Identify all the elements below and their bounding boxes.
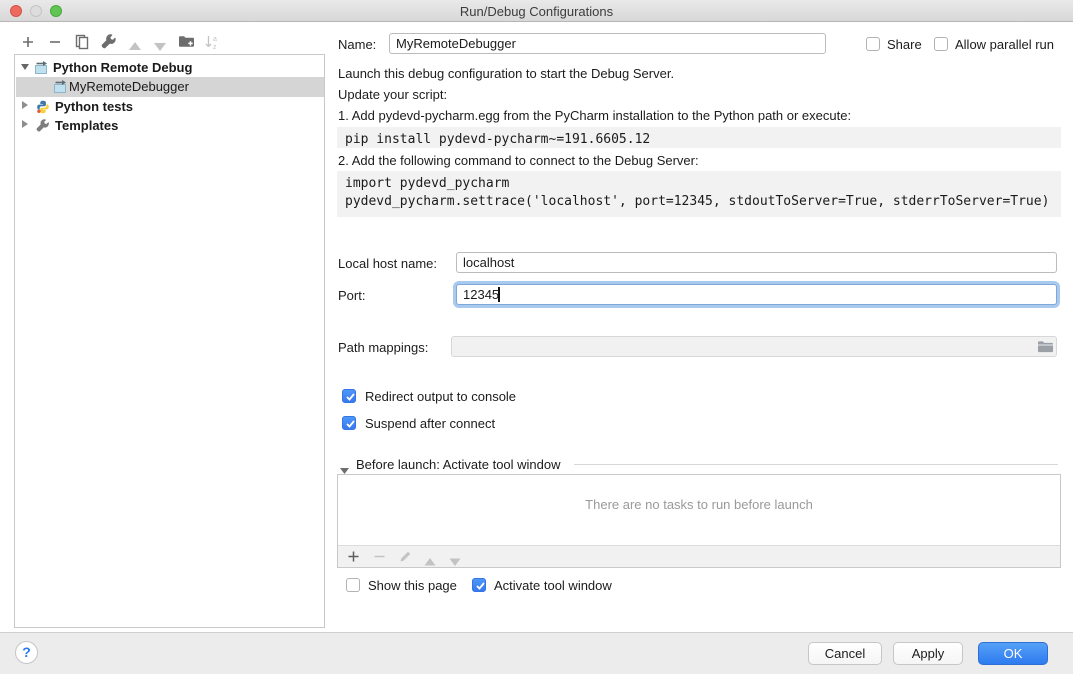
intro-text: Launch this debug configuration to start… xyxy=(338,66,674,81)
port-label: Port: xyxy=(338,288,365,303)
folder-icon[interactable] xyxy=(1037,340,1053,358)
section-divider xyxy=(574,464,1058,465)
local-host-input[interactable] xyxy=(456,252,1057,273)
remove-icon xyxy=(373,550,386,568)
suspend-after-connect-label: Suspend after connect xyxy=(365,416,495,431)
python-icon xyxy=(36,100,50,114)
name-input[interactable] xyxy=(389,33,826,54)
remote-debug-config-icon xyxy=(53,80,67,94)
tree-item-label: Python Remote Debug xyxy=(53,58,192,78)
path-mappings-label: Path mappings: xyxy=(338,340,428,355)
allow-parallel-run-label: Allow parallel run xyxy=(955,37,1054,52)
share-checkbox[interactable] xyxy=(866,37,880,51)
dialog-footer: ? Cancel Apply OK xyxy=(0,632,1073,674)
empty-tasks-message: There are no tasks to run before launch xyxy=(338,497,1060,512)
title-bar: Run/Debug Configurations xyxy=(0,0,1073,22)
port-input[interactable] xyxy=(456,284,1057,305)
new-folder-icon[interactable] xyxy=(178,34,194,50)
ok-button[interactable]: OK xyxy=(978,642,1048,665)
cancel-button[interactable]: Cancel xyxy=(808,642,882,665)
activate-tool-window-label: Activate tool window xyxy=(494,578,612,593)
path-mappings-input[interactable] xyxy=(451,336,1057,357)
share-label: Share xyxy=(887,37,922,52)
chevron-right-icon[interactable] xyxy=(22,120,28,128)
tree-item-templates[interactable]: Templates xyxy=(16,116,324,136)
allow-parallel-run-checkbox[interactable] xyxy=(934,37,948,51)
update-script-text: Update your script: xyxy=(338,87,447,102)
configurations-tree: Python Remote Debug MyRemoteDebugger Pyt… xyxy=(14,54,325,628)
task-toolbar xyxy=(338,545,1060,567)
activate-tool-window-checkbox[interactable] xyxy=(472,578,486,592)
name-label: Name: xyxy=(338,37,376,52)
edit-icon xyxy=(399,550,412,568)
tree-item-label: Python tests xyxy=(55,97,133,117)
before-launch-task-list: There are no tasks to run before launch xyxy=(337,474,1061,568)
run-debug-configurations-dialog: Run/Debug Configurations az Python Remot… xyxy=(0,0,1073,674)
move-down-icon xyxy=(449,553,461,571)
wrench-icon[interactable] xyxy=(101,34,117,50)
tree-item-python-tests[interactable]: Python tests xyxy=(16,97,324,117)
help-button[interactable]: ? xyxy=(15,641,38,664)
redirect-output-label: Redirect output to console xyxy=(365,389,516,404)
code-block-pip-install: pip install pydevd-pycharm~=191.6605.12 xyxy=(337,127,1061,148)
sort-alpha-icon: az xyxy=(204,34,220,50)
chevron-down-icon[interactable] xyxy=(21,64,29,70)
code-settrace-line: pydevd_pycharm.settrace('localhost', por… xyxy=(345,193,1053,211)
tree-item-python-remote-debug[interactable]: Python Remote Debug xyxy=(16,58,324,78)
step1-text: 1. Add pydevd-pycharm.egg from the PyCha… xyxy=(338,108,851,123)
svg-text:a: a xyxy=(213,36,217,43)
local-host-label: Local host name: xyxy=(338,256,437,271)
apply-button[interactable]: Apply xyxy=(893,642,963,665)
tree-item-myremotedebugger[interactable]: MyRemoteDebugger xyxy=(16,77,324,97)
code-pip-install: pip install pydevd-pycharm~=191.6605.12 xyxy=(345,132,650,147)
wrench-icon xyxy=(36,119,50,133)
step2-text: 2. Add the following command to connect … xyxy=(338,153,699,168)
move-up-icon xyxy=(424,553,436,571)
code-block-settrace: import pydevd_pycharm pydevd_pycharm.set… xyxy=(337,171,1061,217)
remote-debug-config-icon xyxy=(34,61,48,75)
add-icon[interactable] xyxy=(20,34,36,50)
window-title: Run/Debug Configurations xyxy=(0,4,1073,19)
suspend-after-connect-checkbox[interactable] xyxy=(342,416,356,430)
show-this-page-label: Show this page xyxy=(368,578,457,593)
show-this-page-checkbox[interactable] xyxy=(346,578,360,592)
svg-text:z: z xyxy=(213,44,217,50)
tree-item-label: MyRemoteDebugger xyxy=(69,77,189,97)
redirect-output-checkbox[interactable] xyxy=(342,389,356,403)
tree-item-label: Templates xyxy=(55,116,118,136)
before-launch-header: Before launch: Activate tool window xyxy=(356,457,561,472)
chevron-right-icon[interactable] xyxy=(22,101,28,109)
remove-icon[interactable] xyxy=(47,34,63,50)
add-icon[interactable] xyxy=(347,550,360,568)
text-caret xyxy=(498,287,500,302)
copy-icon[interactable] xyxy=(74,34,90,50)
code-import-line: import pydevd_pycharm xyxy=(345,175,1053,193)
move-up-icon xyxy=(128,38,144,54)
move-down-icon xyxy=(153,38,169,54)
